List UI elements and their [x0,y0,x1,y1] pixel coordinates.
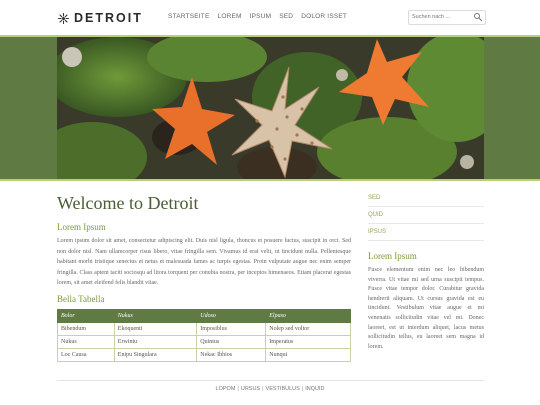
banner-image [57,37,484,179]
search-icon[interactable] [473,12,483,22]
table-cell: Imperatus [265,335,351,349]
footer-link-vestibulus[interactable]: VESTIBULUS [266,386,300,392]
site-header: DETROIT STARTSEITE LOREM IPSUM SED DOLOR… [0,0,540,35]
logo[interactable]: DETROIT [57,10,143,26]
table-cell: Ekoquenti [113,322,198,336]
search-box [408,10,486,25]
footer-separator: | [301,386,304,392]
data-table: Bolor Nukus Udoso Elpaso Bibendum Ekoque… [57,309,351,362]
page-title: Welcome to Detroit [57,193,199,213]
section-heading-lorem-ipsum: Lorem Ipsum [57,222,106,232]
footer-link-lopom[interactable]: LOPOM [216,386,236,392]
table-cell: Nunqui [265,348,351,362]
sidebar-link-ipsus[interactable]: IPSUS [368,224,484,241]
table-cell: Nekac Ibhios [196,348,267,362]
table-header-cell: Bolor [57,309,115,323]
table-header-cell: Udoso [196,309,267,323]
table-header-cell: Nukus [113,309,198,323]
sidebar-links: SED QUID IPSUS [368,190,484,241]
starfish-image [57,37,484,179]
nav-item-lorem[interactable]: LOREM [218,13,242,20]
main-nav: STARTSEITE LOREM IPSUM SED DOLOR ISSET [168,13,355,20]
footer-link-inquid[interactable]: INQUID [305,386,324,392]
table-header-cell: Elpaso [265,309,351,323]
table-cell: Nolep sed voltor [265,322,351,336]
table-cell: Bibendum [57,322,115,336]
logo-text: DETROIT [74,11,143,25]
table-cell: Imposiblus [196,322,267,336]
table-cell: Enipu Singulara [113,348,198,362]
nav-item-dolor-isset[interactable]: DOLOR ISSET [301,13,347,20]
table-cell: Erwintu [113,335,198,349]
footer-link-ursus[interactable]: URSUS [241,386,260,392]
section-heading-bella-tabella: Bella Tabella [57,294,105,304]
table-row: Bibendum Ekoquenti Imposiblus Nolep sed … [57,322,351,336]
nav-item-startseite[interactable]: STARTSEITE [168,13,210,20]
sidebar-heading: Lorem Ipsum [368,251,417,261]
sidebar-paragraph: Fusce elementum enim nec leo bibendum vi… [368,267,484,350]
table-cell: Nukus [57,335,115,349]
sidebar-link-sed[interactable]: SED [368,190,484,207]
footer-divider [57,380,484,381]
table-cell: Quintus [196,335,267,349]
sun-logo-icon [57,12,70,24]
footer-separator: | [262,386,264,392]
site-footer: LOPOM | URSUS | VESTIBULUS | INQUID [0,386,540,392]
nav-item-ipsum[interactable]: IPSUM [250,13,272,20]
table-row: Nukus Erwintu Quintus Imperatus [57,335,351,349]
table-header-row: Bolor Nukus Udoso Elpaso [57,309,351,323]
sidebar-link-quid[interactable]: QUID [368,207,484,224]
search-input[interactable] [412,12,470,22]
table-row: Loc Causa Enipu Singulara Nekac Ibhios N… [57,348,351,362]
table-cell: Loc Causa [57,348,115,362]
nav-item-sed[interactable]: SED [279,13,293,20]
intro-paragraph: Lorem ipsum dolor sit amet, consectetur … [57,238,351,286]
footer-separator: | [237,386,239,392]
